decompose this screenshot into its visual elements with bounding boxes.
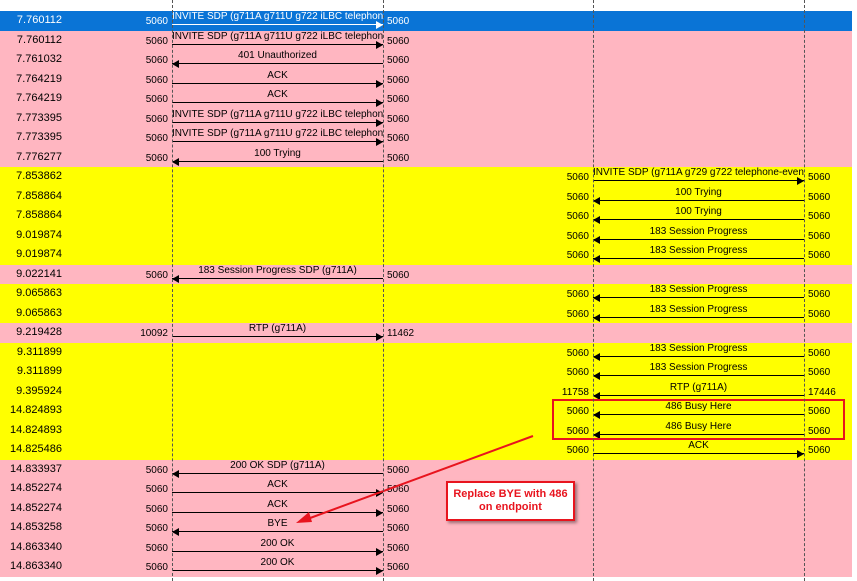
annotation-note: Replace BYE with 486 on endpoint bbox=[446, 481, 575, 521]
annotation-arrow bbox=[296, 435, 534, 523]
lane-line-1 bbox=[172, 0, 173, 581]
lane-line-2 bbox=[383, 0, 384, 581]
lane-line-3 bbox=[593, 0, 594, 581]
annotation-line-1: Replace BYE with 486 bbox=[453, 488, 568, 500]
lane-line-4 bbox=[804, 0, 805, 581]
annotation-line-2: on endpoint bbox=[479, 501, 542, 513]
